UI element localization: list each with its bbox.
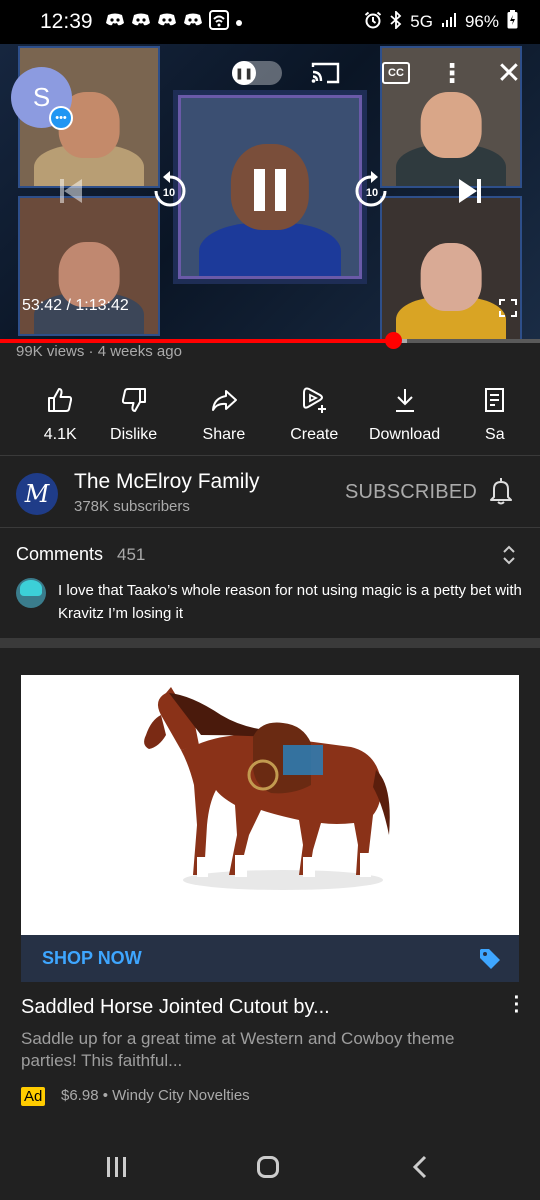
- scrubber-handle[interactable]: [385, 332, 402, 349]
- discord-icon: [183, 13, 203, 31]
- rewind-10-button[interactable]: 10: [150, 169, 186, 209]
- forward-seconds: 10: [366, 187, 378, 199]
- status-time: 12:39: [40, 10, 93, 33]
- channel-avatar[interactable]: M: [16, 473, 58, 515]
- thumbs-down-icon: [120, 384, 148, 416]
- video-time: 53:42 / 1:13:42: [22, 297, 129, 314]
- battery-icon: [507, 10, 518, 34]
- unfold-icon[interactable]: [500, 544, 518, 568]
- channel-name[interactable]: The McElroy Family: [74, 470, 260, 494]
- avatar-letter: S: [32, 82, 51, 112]
- cast-icon[interactable]: [310, 60, 342, 86]
- like-button[interactable]: 4.1K: [32, 378, 88, 454]
- create-button[interactable]: Create: [269, 378, 359, 454]
- status-bar: 12:39 5G 96%: [0, 0, 540, 44]
- status-right: 5G 96%: [364, 9, 518, 34]
- forward-10-button[interactable]: 10: [355, 169, 391, 209]
- dislike-label: Dislike: [110, 426, 158, 443]
- ad-badge: Ad: [21, 1087, 46, 1106]
- discord-icon: [157, 13, 177, 31]
- commenter-avatar: [16, 578, 46, 608]
- fullscreen-icon[interactable]: [497, 297, 519, 319]
- more-vert-icon[interactable]: · · ·: [510, 988, 524, 1022]
- home-icon[interactable]: [257, 1156, 279, 1178]
- video-views-date: 99K views · 4 weeks ago: [16, 343, 182, 360]
- alarm-icon: [364, 11, 382, 34]
- previous-video-button[interactable]: [56, 176, 86, 206]
- shop-now-button[interactable]: SHOP NOW: [42, 948, 142, 969]
- video-player[interactable]: S ••• ❚❚ CC ⋮ ✕ 10 10 53:42 / 1:13:42: [0, 44, 540, 341]
- pause-icon: ❚❚: [232, 61, 256, 85]
- ad-title[interactable]: Saddled Horse Jointed Cutout by...: [21, 996, 330, 1019]
- recent-apps-icon[interactable]: [107, 1157, 129, 1177]
- dot-icon: [235, 14, 243, 31]
- save-label: Sa: [485, 426, 505, 443]
- download-button[interactable]: Download: [359, 378, 449, 454]
- video-participant-tile: [18, 196, 160, 336]
- wifi-icon: [208, 10, 229, 34]
- play-pause-button[interactable]: [249, 168, 291, 212]
- comments-title: Comments: [16, 544, 104, 564]
- share-label: Share: [202, 426, 246, 443]
- network-type: 5G: [410, 12, 433, 31]
- channel-subscriber-count: 378K subscribers: [74, 498, 190, 515]
- section-separator: [0, 638, 540, 648]
- notification-icons: [105, 10, 243, 34]
- save-icon: [481, 384, 509, 416]
- ad-product-image[interactable]: [21, 675, 519, 935]
- dislike-button[interactable]: Dislike: [88, 378, 178, 454]
- save-button[interactable]: Sa: [450, 378, 540, 454]
- more-vert-icon[interactable]: ⋮: [439, 58, 465, 88]
- tag-icon: [478, 947, 502, 971]
- comments-count: 451: [117, 545, 146, 564]
- create-icon: [299, 384, 329, 416]
- action-row: 4.1K Dislike Share Create Download Sa: [0, 378, 540, 454]
- signal-icon: [441, 12, 457, 33]
- bell-icon[interactable]: [488, 476, 514, 506]
- top-comment: I love that Taako’s whole reason for not…: [58, 582, 522, 622]
- share-button[interactable]: Share: [179, 378, 269, 454]
- download-label: Download: [368, 426, 441, 443]
- battery-percent: 96%: [464, 12, 499, 31]
- back-icon[interactable]: [409, 1154, 431, 1180]
- like-count: 4.1K: [43, 426, 77, 443]
- comments-section[interactable]: Comments 451 I love that Taako’s whole r…: [0, 528, 540, 638]
- autoplay-toggle[interactable]: ❚❚: [232, 61, 282, 85]
- discord-icon: [131, 13, 151, 31]
- share-icon: [210, 384, 238, 416]
- next-video-button[interactable]: [455, 176, 485, 206]
- bluetooth-icon: [390, 9, 402, 34]
- channel-logo-letter: M: [24, 480, 50, 508]
- subscribed-button[interactable]: SUBSCRIBED: [345, 481, 477, 504]
- close-icon[interactable]: ✕: [494, 57, 524, 90]
- thumbs-up-icon: [46, 384, 74, 416]
- create-label: Create: [290, 426, 339, 443]
- chat-bubble-icon: •••: [49, 106, 73, 130]
- download-icon: [392, 384, 418, 416]
- ad-price-seller: $6.98 • Windy City Novelties: [61, 1087, 250, 1104]
- shop-now-bar[interactable]: SHOP NOW: [21, 935, 519, 982]
- discord-icon: [105, 13, 125, 31]
- channel-row[interactable]: M The McElroy Family 378K subscribers SU…: [0, 456, 540, 526]
- horse-illustration: [144, 687, 390, 890]
- ad-description: Saddle up for a great time at Western an…: [21, 1029, 455, 1070]
- rewind-seconds: 10: [163, 187, 175, 199]
- system-nav-bar: [0, 1134, 540, 1200]
- captions-button[interactable]: CC: [382, 62, 410, 84]
- video-participant-tile: [380, 196, 522, 341]
